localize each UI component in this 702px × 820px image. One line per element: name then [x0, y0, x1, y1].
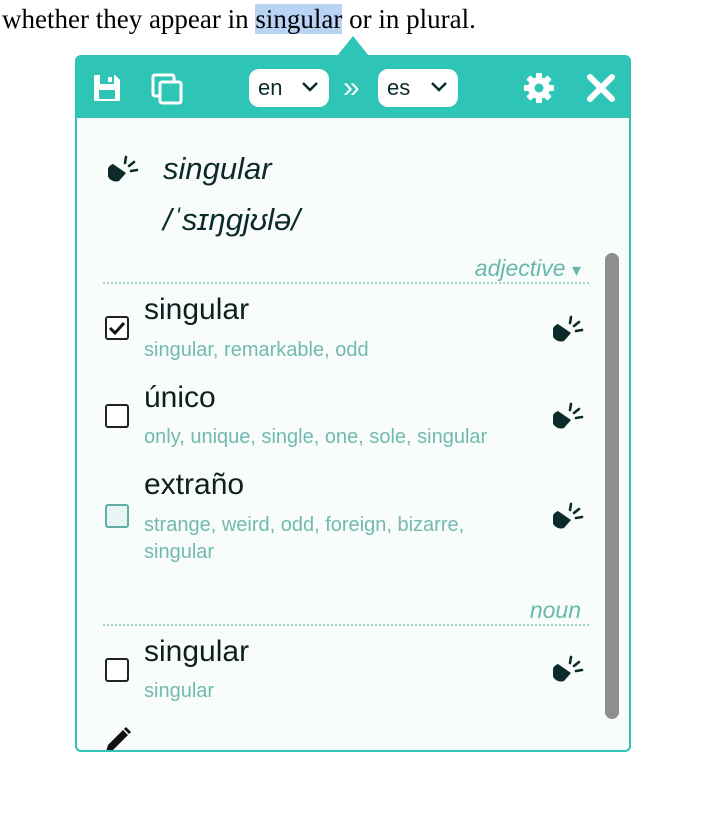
entry-synonyms: singular, remarkable, odd	[144, 339, 369, 361]
entry-checkbox[interactable]	[105, 504, 129, 528]
entry-word: extraño	[144, 468, 245, 501]
target-language-value: es	[387, 75, 411, 100]
entry-checkbox-checked[interactable]	[105, 316, 129, 340]
headword-speaker-icon[interactable]	[106, 154, 142, 186]
check-icon	[108, 321, 126, 336]
gear-icon[interactable]	[523, 72, 555, 104]
entry-synonyms: strange, weird, odd, foreign, bizarre, s…	[144, 514, 465, 563]
popup-toolbar: en » es	[77, 57, 629, 118]
page-text-before: whether they appear in	[2, 4, 256, 34]
close-icon[interactable]	[585, 72, 617, 104]
entry-word: singular	[144, 293, 250, 326]
pencil-icon[interactable]	[103, 725, 133, 750]
entry-word: único	[144, 381, 216, 414]
speaker-icon[interactable]	[551, 501, 587, 533]
chevron-down-icon	[302, 82, 318, 92]
pos-divider	[103, 282, 589, 284]
entry-checkbox[interactable]	[105, 404, 129, 428]
translation-popup: en » es singular /ˈsɪŋgjʊlə/ adjective ▾…	[75, 55, 631, 752]
popup-pointer	[337, 36, 369, 56]
copy-icon[interactable]	[150, 72, 183, 105]
pos-label-adjective[interactable]: adjective ▾	[475, 255, 581, 282]
entry-synonyms: only, unique, single, one, sole, singula…	[144, 426, 488, 448]
pos-label-text: adjective	[474, 255, 566, 281]
chevron-down-icon	[431, 82, 447, 92]
save-icon[interactable]	[91, 72, 123, 104]
source-language-value: en	[258, 75, 283, 100]
target-language-select[interactable]: es	[378, 69, 458, 107]
source-language-select[interactable]: en	[249, 69, 329, 107]
page-text-after: or in plural.	[342, 4, 476, 34]
entry-checkbox[interactable]	[105, 658, 129, 682]
pos-divider	[103, 624, 589, 626]
speaker-icon[interactable]	[551, 401, 587, 433]
entry-synonyms: singular	[144, 680, 215, 702]
pos-label-noun[interactable]: noun	[530, 597, 581, 624]
entry-word: singular	[144, 635, 250, 668]
language-separator: »	[343, 71, 360, 104]
speaker-icon[interactable]	[551, 654, 587, 686]
selected-word[interactable]: singular	[255, 4, 343, 34]
caret-down-icon: ▾	[571, 260, 581, 280]
page-paragraph: whether they appear in singular or in pl…	[2, 2, 476, 36]
phonetic-transcription: /ˈsɪŋgjʊlə/	[163, 202, 301, 237]
speaker-icon[interactable]	[551, 314, 587, 346]
scrollbar-thumb[interactable]	[605, 253, 619, 719]
headword: singular	[163, 151, 272, 186]
